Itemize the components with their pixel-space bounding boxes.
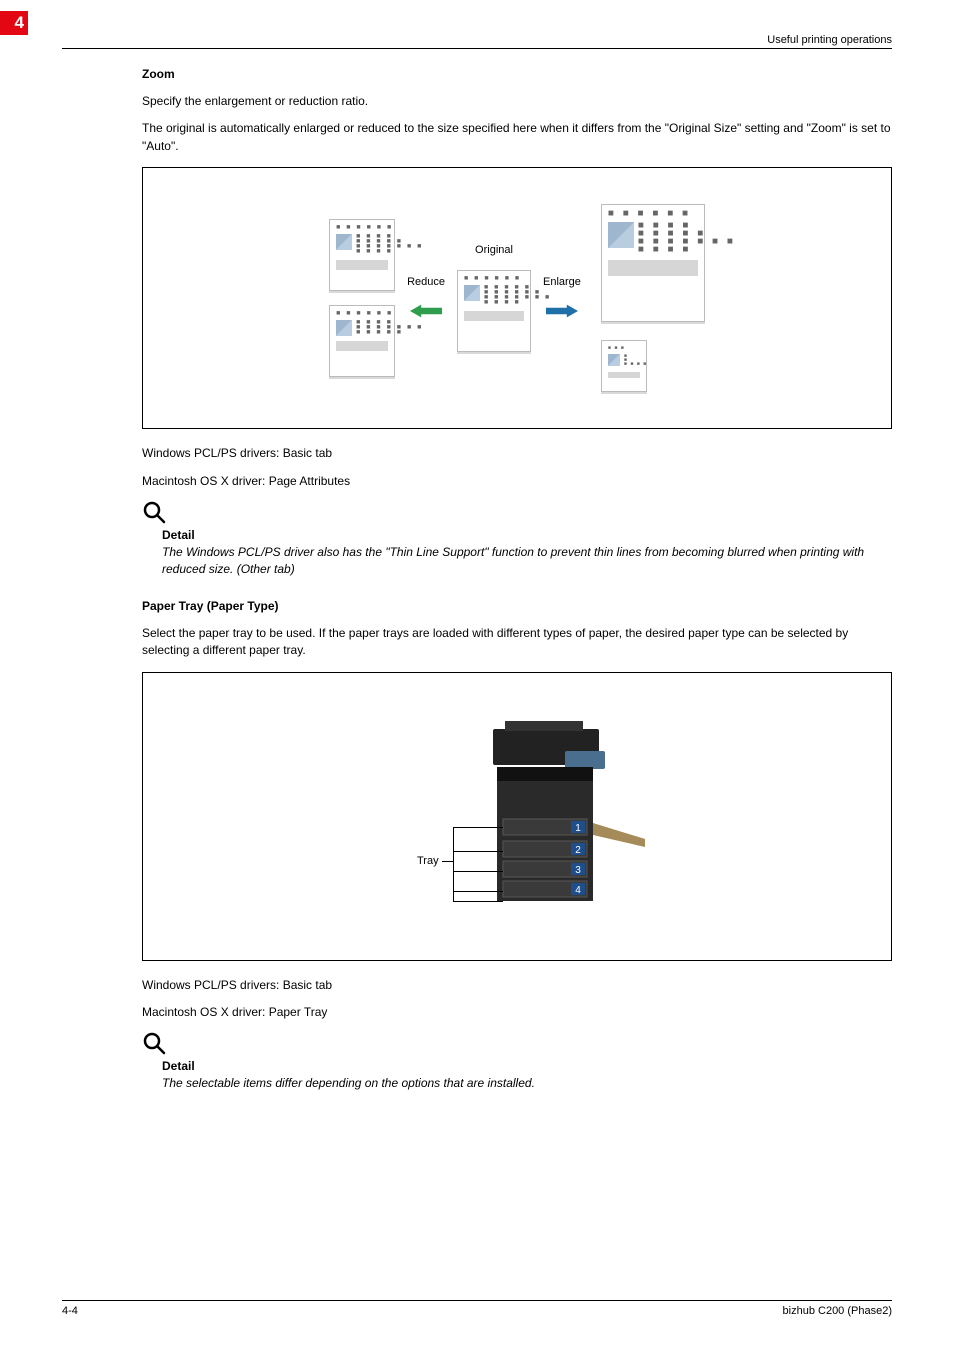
enlarge-arrow-icon <box>546 302 578 320</box>
enlarge-label: Enlarge <box>543 276 581 288</box>
tray-num-1: 1 <box>575 823 581 834</box>
reduce-arrow-col: Reduce <box>407 276 445 320</box>
tray-label: Tray <box>417 855 439 867</box>
chapter-badge: 4 <box>0 11 28 35</box>
reduce-arrow-icon <box>410 302 442 320</box>
reduced-doc: ■ ■ ■ ■ ■ ■ ■ ■ ■ ■ ■ ■ ■ ■ ■ ■ ■ ■ ■ ■ … <box>329 219 395 291</box>
reduce-label: Reduce <box>407 276 445 288</box>
original-label: Original <box>475 244 513 256</box>
papertray-figure: Tray <box>142 672 892 961</box>
papertray-title: Paper Tray (Paper Type) <box>142 599 892 613</box>
tray-num-4: 4 <box>575 885 581 896</box>
tray-num-2: 2 <box>575 845 581 856</box>
zoom-driver2: Macintosh OS X driver: Page Attributes <box>142 473 892 490</box>
reduced-doc: ■ ■ ■ ■ ■ ■ ■ ■ ■ ■ ■ ■ ■ ■ ■ ■ ■ ■ ■ ■ … <box>329 305 395 377</box>
printer-icon: 1 2 3 4 <box>357 711 677 921</box>
papertray-detail-label: Detail <box>162 1059 892 1073</box>
footer-page: 4-4 <box>62 1305 78 1317</box>
magnify-icon <box>142 500 892 526</box>
footer-model: bizhub C200 (Phase2) <box>783 1305 892 1317</box>
header-text: Useful printing operations <box>62 34 892 46</box>
papertray-para: Select the paper tray to be used. If the… <box>142 625 892 660</box>
papertray-detail-text: The selectable items differ depending on… <box>162 1075 892 1092</box>
magnify-icon <box>142 1031 892 1057</box>
enlarged-doc: ■ ■ ■ ■ ■ ■ ■ ■ ■ ■ ■ ■ ■ ■ ■ ■ ■ ■ ■ ■ … <box>601 204 705 322</box>
zoom-driver1: Windows PCL/PS drivers: Basic tab <box>142 445 892 462</box>
zoom-detail-text: The Windows PCL/PS driver also has the "… <box>162 544 892 579</box>
tiny-doc: ■ ■ ■ ■ ■ ■ ■ ■ ■ <box>601 340 647 392</box>
zoom-para1: Specify the enlargement or reduction rat… <box>142 93 892 110</box>
zoom-title: Zoom <box>142 67 892 81</box>
tray-num-3: 3 <box>575 865 581 876</box>
papertray-driver1: Windows PCL/PS drivers: Basic tab <box>142 977 892 994</box>
zoom-figure: ■ ■ ■ ■ ■ ■ ■ ■ ■ ■ ■ ■ ■ ■ ■ ■ ■ ■ ■ ■ … <box>142 167 892 429</box>
zoom-para2: The original is automatically enlarged o… <box>142 120 892 155</box>
zoom-detail-label: Detail <box>162 528 892 542</box>
papertray-driver2: Macintosh OS X driver: Paper Tray <box>142 1004 892 1021</box>
original-doc: ■ ■ ■ ■ ■ ■ ■ ■ ■ ■ ■ ■ ■ ■ ■ ■ ■ ■ ■ ■ … <box>457 270 531 352</box>
